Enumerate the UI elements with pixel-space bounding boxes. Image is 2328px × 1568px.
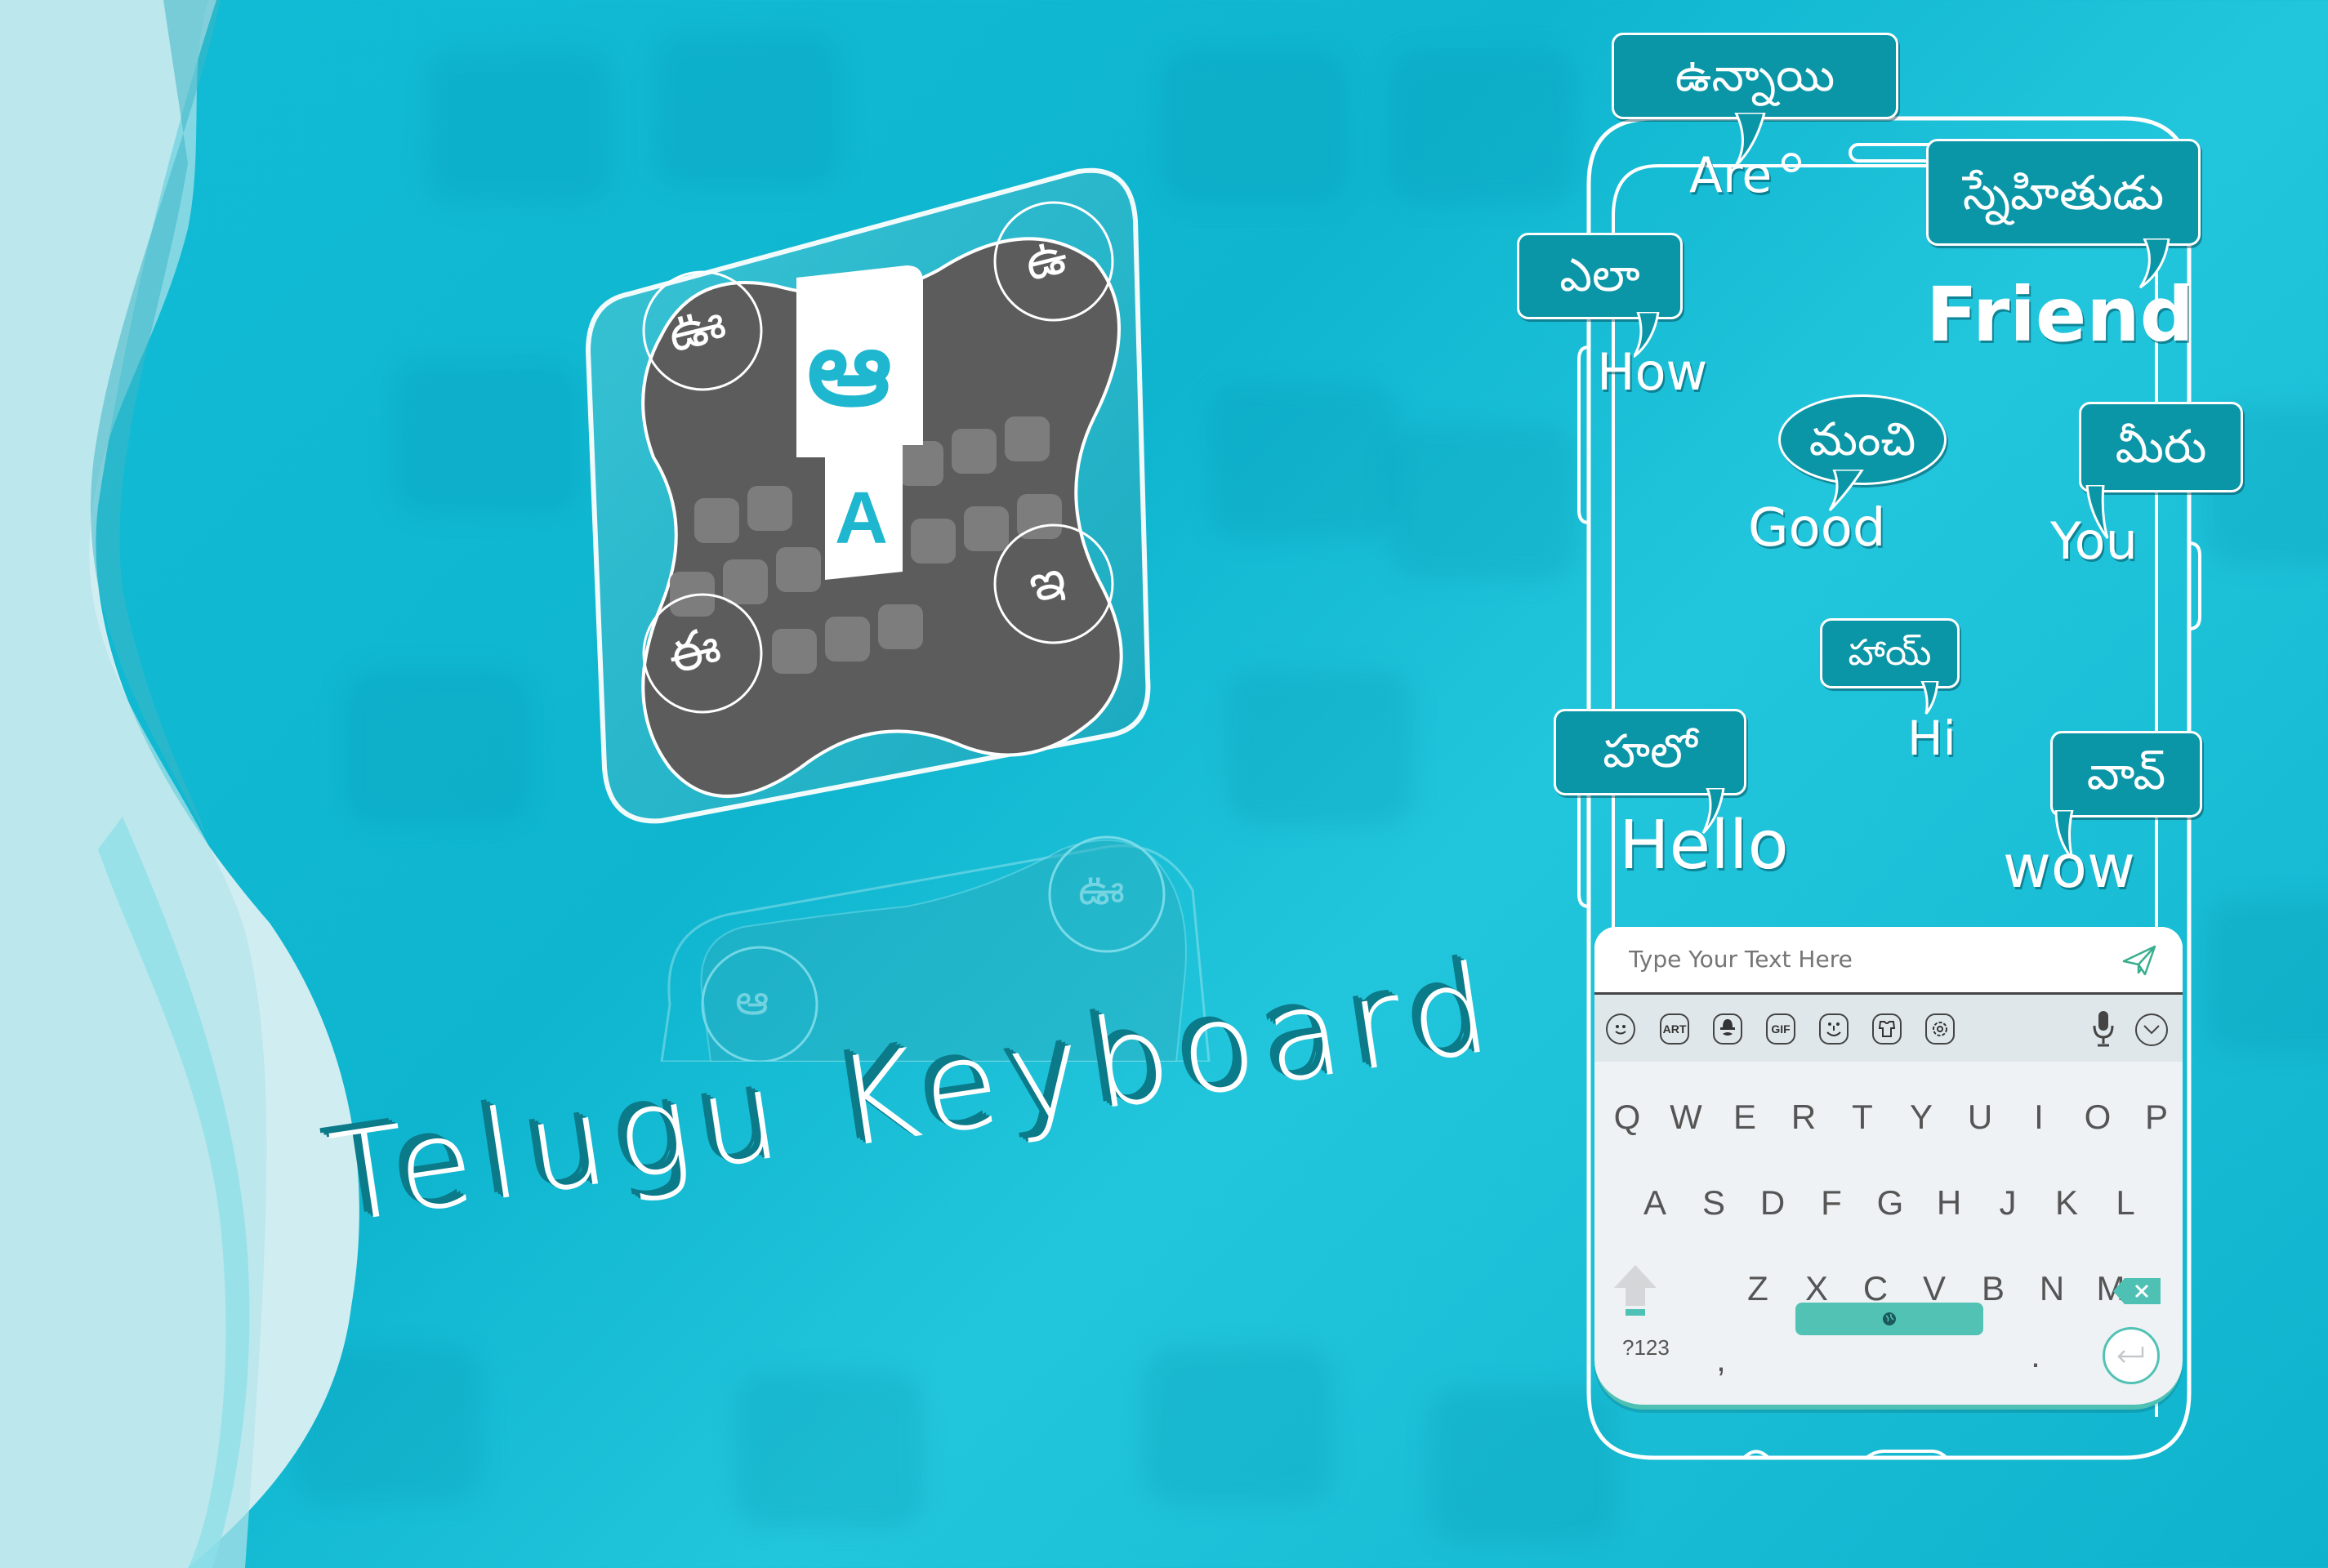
bubble-hi: హాయ్: [1820, 618, 1960, 688]
globe-icon: [1883, 1312, 1896, 1325]
collapse-icon[interactable]: [2135, 1013, 2168, 1046]
enter-key[interactable]: [2103, 1327, 2160, 1384]
key-z[interactable]: Z: [1732, 1260, 1784, 1317]
period-key[interactable]: .: [2019, 1327, 2052, 1384]
enter-icon: [2117, 1347, 2144, 1363]
key-j[interactable]: J: [1982, 1174, 2034, 1232]
keyboard-panel: ART GIF QWERTYUIOPASDFGHJKLZXCVBNM ?123 …: [1594, 927, 2183, 1410]
shift-key[interactable]: [1612, 1263, 1658, 1321]
word-good: Good: [1748, 498, 1886, 559]
key-n[interactable]: N: [2026, 1260, 2078, 1317]
key-t[interactable]: T: [1836, 1089, 1889, 1146]
key-grid: QWERTYUIOPASDFGHJKLZXCVBNM: [1594, 1064, 2183, 1405]
theme-icon[interactable]: [1872, 1013, 1902, 1045]
word-friend: Friend: [1926, 271, 2194, 359]
bubble-how: ఎలా: [1517, 233, 1683, 319]
bubble-you: మీరు: [2079, 402, 2243, 492]
center-key-latin: A: [835, 478, 888, 559]
reflection-glyph-2: ఊ: [1078, 866, 1125, 915]
paper-plane-icon[interactable]: [2121, 942, 2158, 979]
backspace-key[interactable]: [2113, 1278, 2162, 1304]
gif-icon[interactable]: GIF: [1766, 1013, 1795, 1045]
key-h[interactable]: H: [1923, 1174, 1975, 1232]
key-k[interactable]: K: [2040, 1174, 2093, 1232]
key-r[interactable]: R: [1777, 1089, 1830, 1146]
symbols-key[interactable]: ?123: [1622, 1335, 1670, 1361]
settings-icon[interactable]: [1925, 1013, 1955, 1045]
word-hello: Hello: [1619, 807, 1789, 884]
word-you: You: [2050, 511, 2138, 571]
microphone-icon[interactable]: [2091, 1009, 2116, 1049]
key-d[interactable]: D: [1746, 1174, 1799, 1232]
bubble-friend: స్నేహితుడు: [1926, 139, 2201, 246]
key-w[interactable]: W: [1660, 1089, 1712, 1146]
message-input[interactable]: [1627, 945, 2088, 973]
reflection-glyph-1: ఆ: [735, 976, 769, 1025]
key-q[interactable]: Q: [1601, 1089, 1653, 1146]
key-p[interactable]: P: [2130, 1089, 2183, 1146]
space-key[interactable]: [1795, 1303, 1983, 1335]
bubble-hello: హలో: [1554, 709, 1746, 795]
emoji-icon[interactable]: [1606, 1013, 1635, 1045]
face-icon[interactable]: [1819, 1013, 1849, 1045]
sticker-icon[interactable]: [1713, 1013, 1742, 1045]
key-s[interactable]: S: [1688, 1174, 1740, 1232]
bubble-wow: వావ్: [2050, 731, 2202, 817]
key-y[interactable]: Y: [1895, 1089, 1947, 1146]
key-o[interactable]: O: [2072, 1089, 2124, 1146]
key-u[interactable]: U: [1954, 1089, 2006, 1146]
word-how: How: [1597, 342, 1708, 402]
word-are: Are: [1689, 147, 1773, 204]
keyboard-toolbar: ART GIF: [1594, 995, 2183, 1062]
key-a[interactable]: A: [1629, 1174, 1681, 1232]
text-input-bar: [1594, 927, 2183, 995]
art-icon[interactable]: ART: [1660, 1013, 1689, 1045]
decorative-wave: [0, 0, 359, 1568]
key-f[interactable]: F: [1805, 1174, 1857, 1232]
key-l[interactable]: L: [2099, 1174, 2152, 1232]
key-e[interactable]: E: [1719, 1089, 1771, 1146]
key-i[interactable]: I: [2013, 1089, 2065, 1146]
key-g[interactable]: G: [1864, 1174, 1916, 1232]
center-key-telugu: ఆ: [807, 305, 892, 430]
word-wow: wow: [2003, 832, 2135, 901]
comma-key[interactable]: ,: [1705, 1331, 1737, 1388]
app-icon: ఊ ఉ ఈ ఇ ఆ A: [572, 147, 1160, 849]
glyph-top-left: ఊ: [662, 292, 733, 365]
word-hi: Hi: [1907, 710, 1956, 766]
bubble-are: ఉన్నాయి: [1612, 33, 1898, 119]
